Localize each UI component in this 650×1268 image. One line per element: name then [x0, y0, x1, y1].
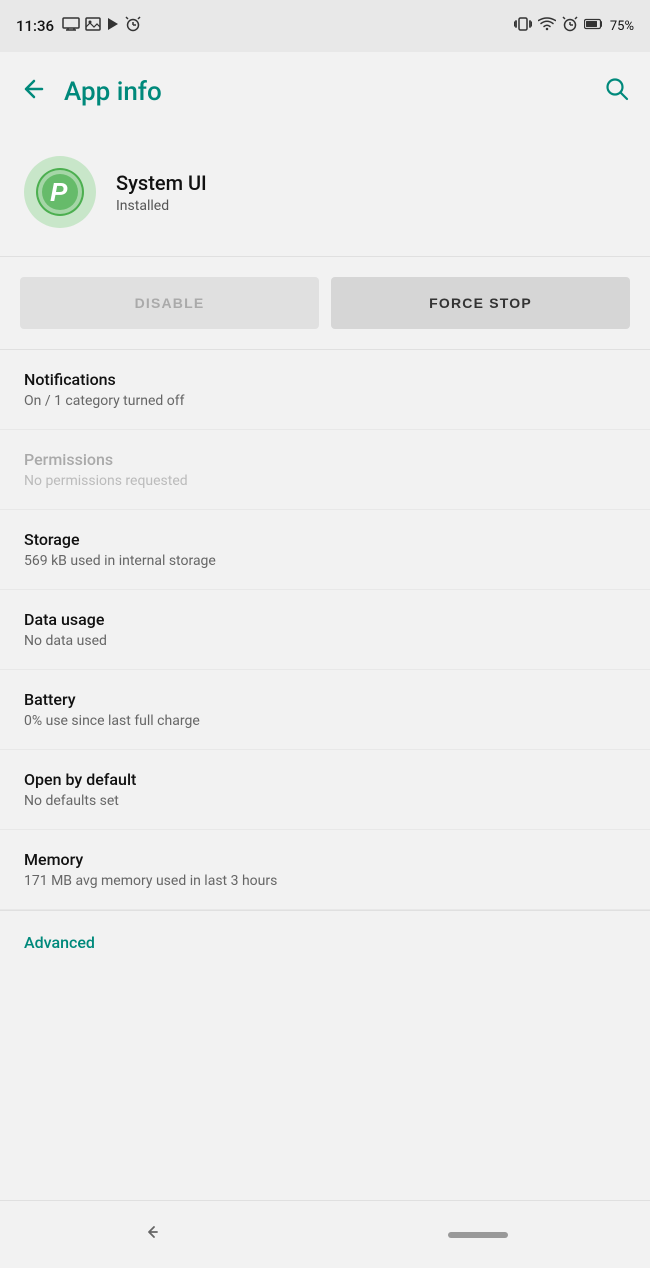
image-icon: [85, 17, 101, 35]
app-info-card: P System UI Installed: [0, 132, 650, 257]
storage-title: Storage: [24, 530, 626, 549]
open-by-default-subtitle: No defaults set: [24, 793, 626, 809]
data-usage-subtitle: No data used: [24, 633, 626, 649]
wifi-icon: [538, 17, 556, 35]
app-bar-left: App info: [20, 77, 162, 107]
status-icons: [62, 16, 141, 36]
battery-percentage: 75%: [610, 19, 634, 34]
notifications-title: Notifications: [24, 370, 626, 389]
force-stop-button[interactable]: FORCE STOP: [331, 277, 630, 329]
open-by-default-title: Open by default: [24, 770, 626, 789]
battery-title: Battery: [24, 690, 626, 709]
app-status: Installed: [116, 198, 207, 214]
clock-icon: [562, 16, 578, 36]
app-name: System UI: [116, 171, 207, 195]
battery-subtitle: 0% use since last full charge: [24, 713, 626, 729]
open-by-default-item[interactable]: Open by default No defaults set: [0, 750, 650, 830]
vibrate-icon: [514, 16, 532, 36]
app-icon-inner: P: [36, 168, 84, 216]
app-icon: P: [24, 156, 96, 228]
settings-list: Notifications On / 1 category turned off…: [0, 350, 650, 910]
play-icon: [106, 17, 120, 35]
data-usage-item[interactable]: Data usage No data used: [0, 590, 650, 670]
notifications-item[interactable]: Notifications On / 1 category turned off: [0, 350, 650, 430]
disable-button[interactable]: DISABLE: [20, 277, 319, 329]
status-time: 11:36: [16, 17, 54, 35]
memory-subtitle: 171 MB avg memory used in last 3 hours: [24, 873, 626, 889]
svg-text:P: P: [50, 177, 68, 207]
alarm-icon: [125, 16, 141, 36]
battery-icon: [584, 18, 604, 34]
storage-item[interactable]: Storage 569 kB used in internal storage: [0, 510, 650, 590]
status-left: 11:36: [16, 16, 141, 36]
page-title: App info: [64, 77, 162, 107]
advanced-label[interactable]: Advanced: [24, 933, 95, 952]
screen-icon: [62, 17, 80, 35]
search-icon[interactable]: [604, 76, 630, 108]
notifications-subtitle: On / 1 category turned off: [24, 393, 626, 409]
nav-bar: [0, 1200, 650, 1268]
buttons-row: DISABLE FORCE STOP: [0, 257, 650, 350]
advanced-section[interactable]: Advanced: [0, 910, 650, 974]
back-button[interactable]: [20, 77, 48, 107]
data-usage-title: Data usage: [24, 610, 626, 629]
app-bar: App info: [0, 52, 650, 132]
battery-item[interactable]: Battery 0% use since last full charge: [0, 670, 650, 750]
nav-home-pill[interactable]: [448, 1232, 508, 1238]
status-bar: 11:36: [0, 0, 650, 52]
permissions-item: Permissions No permissions requested: [0, 430, 650, 510]
permissions-subtitle: No permissions requested: [24, 473, 626, 489]
permissions-title: Permissions: [24, 450, 626, 469]
nav-back-button[interactable]: [143, 1222, 163, 1247]
memory-title: Memory: [24, 850, 626, 869]
memory-item[interactable]: Memory 171 MB avg memory used in last 3 …: [0, 830, 650, 910]
app-info-text: System UI Installed: [116, 171, 207, 214]
storage-subtitle: 569 kB used in internal storage: [24, 553, 626, 569]
status-right: 75%: [514, 16, 634, 36]
